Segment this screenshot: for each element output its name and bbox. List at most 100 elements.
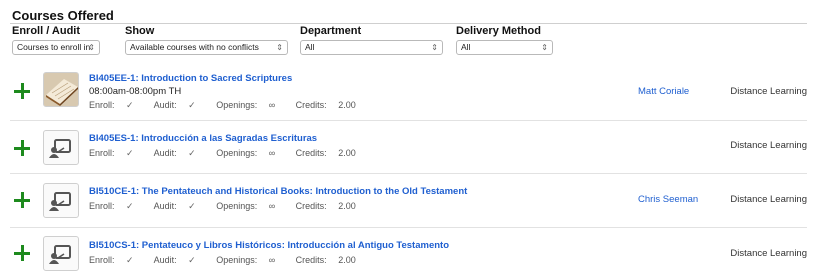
enroll-label: Enroll:: [89, 201, 115, 211]
openings-label: Openings:: [216, 255, 258, 265]
course-title-link[interactable]: BI405EE-1: Introduction to Sacred Script…: [89, 73, 292, 84]
audit-label: Audit:: [153, 201, 177, 211]
credits-value: 2.00: [338, 255, 356, 265]
credits-value: 2.00: [338, 100, 356, 110]
credits-label: Credits:: [295, 100, 327, 110]
enroll-audit-filter: Enroll / Audit Courses to enroll in ⇕: [12, 25, 100, 55]
bible-photo-icon: [44, 73, 78, 106]
delivery-method: Distance Learning: [730, 248, 807, 259]
instructor-link[interactable]: Chris Seeman: [638, 194, 698, 205]
presentation-icon: [49, 139, 71, 158]
credits: Credits: 2.00: [296, 255, 365, 265]
credits-value: 2.00: [338, 201, 356, 211]
infinity-icon: ∞: [268, 100, 276, 110]
credits-label: Credits:: [295, 201, 327, 211]
presentation-icon: [49, 192, 71, 211]
audit-status: Audit: ✓: [154, 255, 205, 265]
enroll-label: Enroll:: [89, 100, 115, 110]
course-meta: Enroll: ✓ Audit: ✓ Openings: ∞ Credits: …: [89, 201, 374, 212]
delivery-method-label: Delivery Method: [456, 25, 541, 37]
infinity-icon: ∞: [268, 148, 276, 158]
enroll-label: Enroll:: [89, 148, 115, 158]
audit-status: Audit: ✓: [154, 148, 205, 158]
checkmark-icon: ✓: [126, 255, 134, 265]
courses-offered-panel: Courses Offered Enroll / Audit Courses t…: [0, 0, 817, 274]
department-filter: Department All ⇕: [300, 25, 443, 55]
presentation-icon: [49, 245, 71, 264]
openings-label: Openings:: [216, 201, 258, 211]
audit-label: Audit:: [153, 100, 177, 110]
course-row: BI510CE-1: The Pentateuch and Historical…: [10, 174, 807, 226]
enroll-label: Enroll:: [89, 255, 115, 265]
checkmark-icon: ✓: [188, 148, 196, 158]
openings: Openings: ∞: [216, 100, 284, 110]
department-select[interactable]: All ⇕: [300, 40, 443, 55]
infinity-icon: ∞: [268, 201, 276, 211]
course-meta: Enroll: ✓ Audit: ✓ Openings: ∞ Credits: …: [89, 148, 374, 159]
openings: Openings: ∞: [216, 201, 284, 211]
instructor-link[interactable]: Matt Coriale: [638, 86, 689, 97]
course-row: BI405EE-1: Introduction to Sacred Script…: [10, 66, 807, 118]
enroll-audit-select[interactable]: Courses to enroll in ⇕: [12, 40, 100, 55]
credits-label: Credits:: [295, 148, 327, 158]
credits: Credits: 2.00: [296, 201, 365, 211]
department-value: All: [305, 42, 315, 52]
credits-label: Credits:: [295, 255, 327, 265]
sort-arrows-icon: ⇕: [431, 43, 438, 52]
delivery-method: Distance Learning: [730, 86, 807, 97]
course-time: 08:00am-08:00pm TH: [89, 86, 182, 97]
openings: Openings: ∞: [216, 148, 284, 158]
delivery-method-filter: Delivery Method All ⇕: [456, 25, 553, 55]
sort-arrows-icon: ⇕: [88, 43, 95, 52]
audit-status: Audit: ✓: [154, 100, 205, 110]
checkmark-icon: ✓: [188, 201, 196, 211]
course-title-link[interactable]: BI510CE-1: The Pentateuch and Historical…: [89, 186, 467, 197]
course-thumbnail: [43, 72, 79, 107]
course-title-link[interactable]: BI510CS-1: Pentateuco y Libros Histórico…: [89, 240, 449, 251]
openings-label: Openings:: [216, 100, 258, 110]
credits: Credits: 2.00: [296, 148, 365, 158]
checkmark-icon: ✓: [188, 100, 196, 110]
enroll-audit-label: Enroll / Audit: [12, 25, 81, 37]
course-meta: Enroll: ✓ Audit: ✓ Openings: ∞ Credits: …: [89, 255, 374, 266]
delivery-method: Distance Learning: [730, 140, 807, 151]
delivery-method-value: All: [461, 42, 471, 52]
audit-label: Audit:: [153, 148, 177, 158]
show-select[interactable]: Available courses with no conflicts ⇕: [125, 40, 288, 55]
enroll-status: Enroll: ✓: [89, 148, 143, 158]
page-title: Courses Offered: [12, 8, 114, 23]
sort-arrows-icon: ⇕: [276, 43, 283, 52]
checkmark-icon: ✓: [188, 255, 196, 265]
openings-label: Openings:: [216, 148, 258, 158]
course-meta: Enroll: ✓ Audit: ✓ Openings: ∞ Credits: …: [89, 100, 374, 111]
add-course-button[interactable]: [14, 245, 30, 261]
show-filter: Show Available courses with no conflicts…: [125, 25, 288, 55]
show-label: Show: [125, 25, 155, 37]
audit-status: Audit: ✓: [154, 201, 205, 211]
credits: Credits: 2.00: [296, 100, 365, 110]
course-row: BI405ES-1: Introducción a las Sagradas E…: [10, 121, 807, 173]
course-thumbnail: [43, 130, 79, 165]
openings: Openings: ∞: [216, 255, 284, 265]
checkmark-icon: ✓: [126, 148, 134, 158]
delivery-method-select[interactable]: All ⇕: [456, 40, 553, 55]
delivery-method: Distance Learning: [730, 194, 807, 205]
course-title-link[interactable]: BI405ES-1: Introducción a las Sagradas E…: [89, 133, 317, 144]
checkmark-icon: ✓: [126, 100, 134, 110]
show-value: Available courses with no conflicts: [130, 42, 259, 52]
sort-arrows-icon: ⇕: [541, 43, 548, 52]
add-course-button[interactable]: [14, 192, 30, 208]
enroll-status: Enroll: ✓: [89, 255, 143, 265]
checkmark-icon: ✓: [126, 201, 134, 211]
add-course-button[interactable]: [14, 83, 30, 99]
credits-value: 2.00: [338, 148, 356, 158]
audit-label: Audit:: [153, 255, 177, 265]
course-thumbnail: [43, 236, 79, 271]
course-row: BI510CS-1: Pentateuco y Libros Histórico…: [10, 228, 807, 280]
add-course-button[interactable]: [14, 140, 30, 156]
infinity-icon: ∞: [268, 255, 276, 265]
title-divider: [10, 23, 807, 24]
enroll-audit-value: Courses to enroll in: [17, 42, 91, 52]
enroll-status: Enroll: ✓: [89, 100, 143, 110]
course-thumbnail: [43, 183, 79, 218]
